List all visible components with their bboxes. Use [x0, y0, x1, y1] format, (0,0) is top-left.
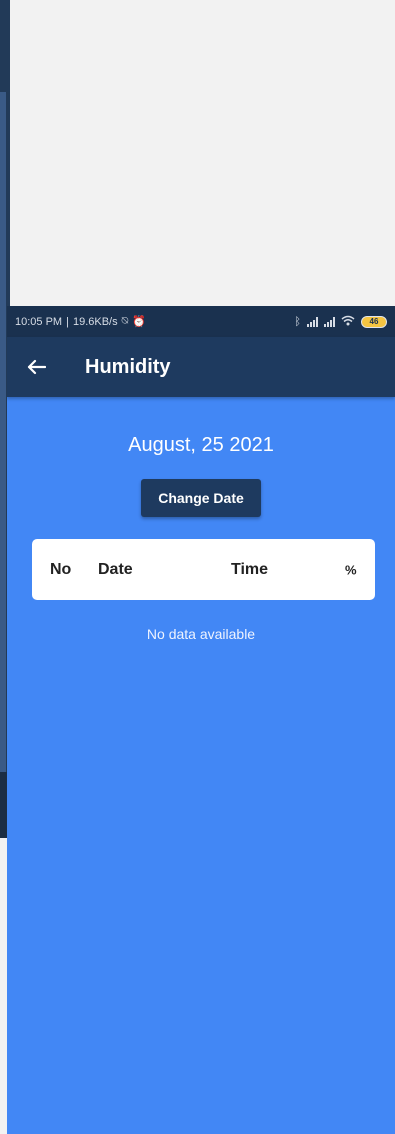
column-header-no: No: [50, 560, 72, 578]
app-bar: Humidity: [7, 337, 395, 397]
change-date-button[interactable]: Change Date: [141, 479, 261, 517]
arrow-left-icon: [27, 359, 46, 375]
notification-off-icon: ⍉: [121, 315, 129, 327]
column-header-time: Time: [231, 560, 269, 578]
phone-screen: 10:05 PM | 19.6KB/s ⍉ ⏰ ᛒ 46 Humidity Au…: [7, 306, 395, 1134]
wifi-icon: [341, 315, 355, 329]
status-bar: 10:05 PM | 19.6KB/s ⍉ ⏰ ᛒ 46: [7, 306, 395, 337]
status-left: 10:05 PM | 19.6KB/s ⍉ ⏰: [15, 315, 146, 328]
status-speed: 19.6KB/s: [72, 315, 118, 328]
alarm-icon: ⏰: [132, 316, 146, 328]
column-header-date: Date: [98, 560, 133, 578]
status-time: 10:05 PM: [15, 315, 63, 328]
page-title: Humidity: [85, 355, 171, 378]
battery-icon: 46: [361, 315, 387, 328]
background-window-panel: [0, 92, 6, 772]
data-table-header: No Date Time %: [32, 539, 375, 600]
signal-icon: [324, 316, 335, 327]
empty-state-message: No data available: [146, 626, 256, 642]
back-button[interactable]: [7, 359, 65, 375]
column-header-percent: %: [345, 562, 357, 577]
bluetooth-icon: ᛒ: [294, 315, 301, 328]
status-right: ᛒ 46: [294, 315, 387, 329]
signal-icon: [307, 316, 318, 327]
selected-date: August, 25 2021: [128, 434, 274, 456]
